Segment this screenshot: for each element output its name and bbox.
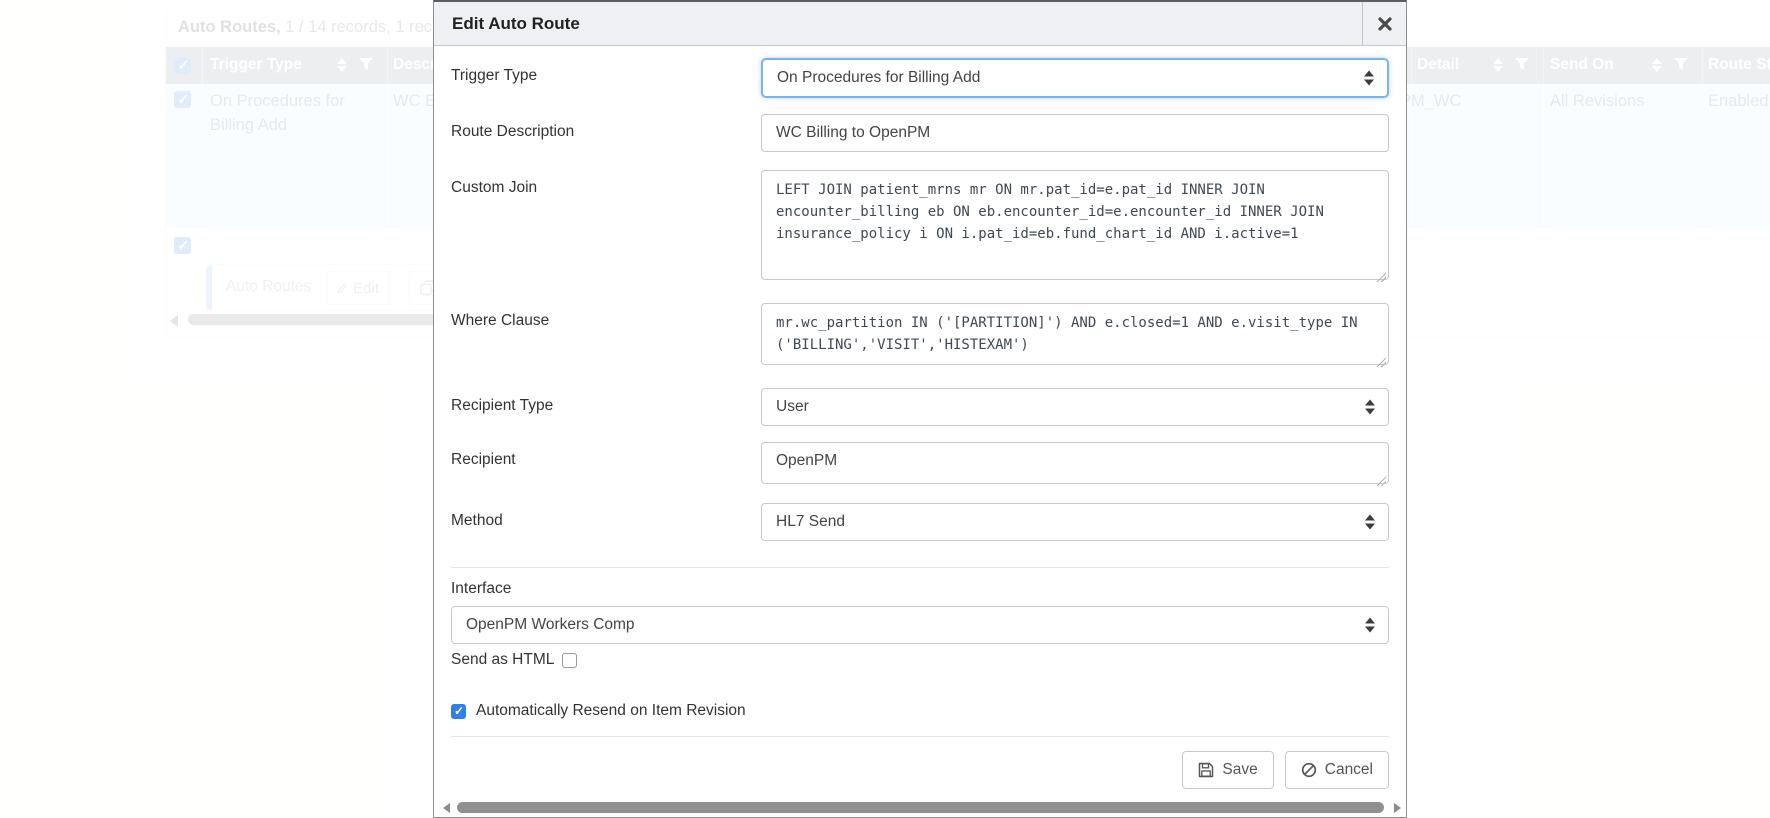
route-description-input[interactable] [761, 114, 1389, 152]
recipient-textarea[interactable]: OpenPM [761, 442, 1389, 484]
floppy-disk-icon [1198, 762, 1214, 778]
edit-auto-route-dialog: Edit Auto Route Trigger Type On Procedur… [433, 0, 1407, 818]
where-clause-label: Where Clause [451, 303, 761, 330]
interface-label: Interface [451, 580, 1389, 598]
select-arrows-icon [1365, 400, 1375, 415]
resize-grip-icon[interactable] [1375, 475, 1386, 486]
resize-grip-icon[interactable] [1375, 356, 1386, 367]
recipient-type-label: Recipient Type [451, 388, 761, 415]
custom-join-textarea[interactable]: LEFT JOIN patient_mrns mr ON mr.pat_id=e… [761, 170, 1389, 280]
auto-resend-checkbox[interactable] [451, 704, 466, 719]
route-description-label: Route Description [451, 114, 761, 141]
scroll-left-arrow[interactable] [443, 803, 450, 813]
close-icon [1378, 17, 1392, 31]
auto-resend-label: Automatically Resend on Item Revision [476, 702, 746, 720]
interface-select[interactable]: OpenPM Workers Comp [451, 606, 1389, 644]
cancel-button-label: Cancel [1325, 761, 1373, 779]
resize-grip-icon[interactable] [1375, 271, 1386, 282]
select-arrows-icon [1365, 515, 1375, 530]
dialog-footer: Save Cancel [451, 751, 1389, 789]
footer-divider [451, 736, 1389, 737]
close-button[interactable] [1362, 2, 1406, 45]
horizontal-scrollbar-thumb[interactable] [457, 802, 1384, 813]
interface-value: OpenPM Workers Comp [466, 616, 635, 634]
select-arrows-icon [1364, 71, 1374, 86]
send-as-html-checkbox[interactable] [562, 653, 577, 668]
cancel-button[interactable]: Cancel [1285, 751, 1389, 789]
screen: Auto Routes, 1 / 14 records, 1 record Tr… [0, 0, 1770, 818]
section-divider [451, 567, 1389, 568]
scroll-right-arrow[interactable] [1394, 803, 1401, 813]
send-as-html-label: Send as HTML [451, 651, 554, 669]
save-button-label: Save [1222, 761, 1257, 779]
recipient-label: Recipient [451, 442, 761, 469]
dialog-title: Edit Auto Route [434, 14, 580, 34]
method-value: HL7 Send [776, 513, 845, 531]
method-label: Method [451, 503, 761, 530]
trigger-type-select[interactable]: On Procedures for Billing Add [761, 58, 1389, 98]
where-clause-textarea[interactable]: mr.wc_partition IN ('[PARTITION]') AND e… [761, 303, 1389, 365]
recipient-type-value: User [776, 398, 809, 416]
dialog-body: Trigger Type On Procedures for Billing A… [434, 48, 1406, 789]
dialog-header: Edit Auto Route [434, 2, 1406, 46]
dialog-horizontal-scrollbar [435, 799, 1405, 816]
recipient-type-select[interactable]: User [761, 388, 1389, 426]
select-arrows-icon [1365, 618, 1375, 633]
no-entry-icon [1301, 762, 1317, 778]
trigger-type-value: On Procedures for Billing Add [777, 69, 980, 87]
custom-join-label: Custom Join [451, 170, 761, 197]
save-button[interactable]: Save [1182, 751, 1273, 789]
method-select[interactable]: HL7 Send [761, 503, 1389, 541]
trigger-type-label: Trigger Type [451, 58, 761, 85]
